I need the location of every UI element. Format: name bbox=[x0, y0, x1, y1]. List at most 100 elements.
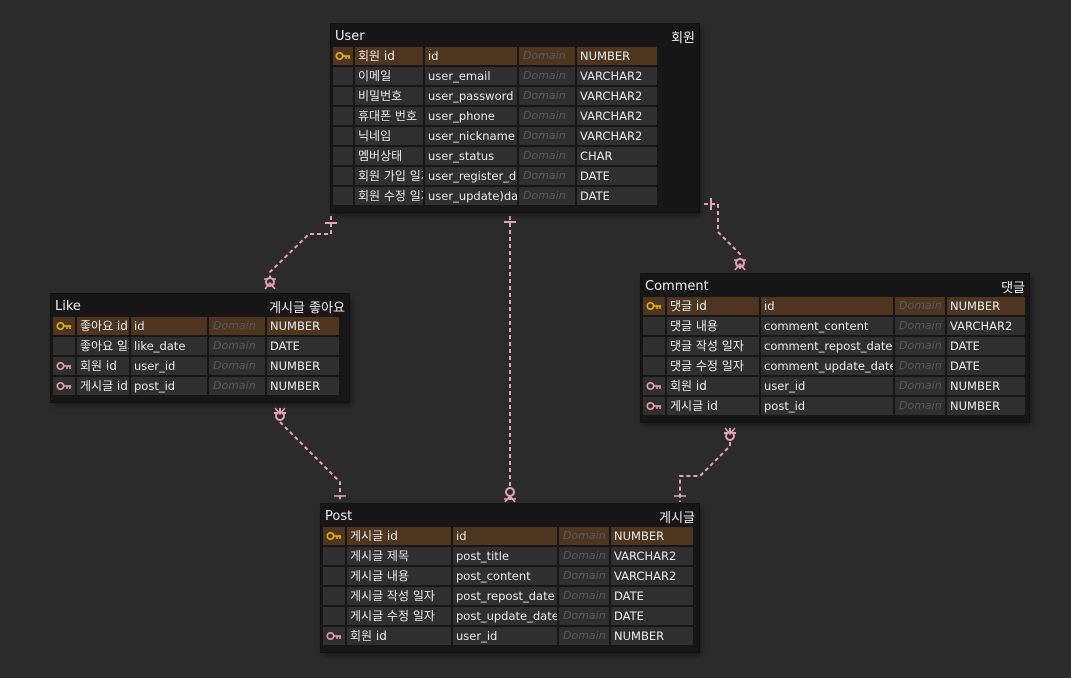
logical-name: 회원 id bbox=[347, 627, 451, 645]
domain-name: Domain bbox=[519, 187, 575, 205]
logical-name: 비밀번호 bbox=[355, 87, 423, 105]
column-row[interactable]: 휴대폰 번호 user_phone Domain VARCHAR2 bbox=[331, 106, 699, 126]
data-type: NUMBER bbox=[611, 527, 693, 545]
domain-name: Domain bbox=[519, 87, 575, 105]
key-cell bbox=[643, 377, 665, 395]
key-cell bbox=[643, 337, 665, 355]
logical-name: 좋아요 일자 bbox=[77, 337, 129, 355]
domain-name: Domain bbox=[519, 47, 575, 65]
data-type: VARCHAR2 bbox=[577, 107, 657, 125]
key-cell bbox=[643, 357, 665, 375]
logical-name: 게시글 수정 일자 bbox=[347, 607, 451, 625]
column-row[interactable]: 비밀번호 user_password Domain VARCHAR2 bbox=[331, 86, 699, 106]
primary-key-icon bbox=[326, 531, 342, 541]
data-type: NUMBER bbox=[267, 357, 339, 375]
column-row[interactable]: 닉네임 user_nickname Domain VARCHAR2 bbox=[331, 126, 699, 146]
column-row[interactable]: 좋아요 일자like_dateDomainDATE bbox=[51, 336, 349, 356]
physical-name: id bbox=[761, 297, 893, 315]
column-row[interactable]: 댓글 내용 comment_content Domain VARCHAR2 bbox=[641, 316, 1029, 336]
entity-header: Comment 댓글 bbox=[641, 276, 1029, 296]
physical-name: comment_update_date bbox=[761, 357, 893, 375]
logical-name: 회원 수정 일자 bbox=[355, 187, 423, 205]
key-cell bbox=[333, 127, 353, 145]
key-cell bbox=[643, 397, 665, 415]
physical-name: user_id bbox=[131, 357, 207, 375]
physical-name: user_update)date bbox=[425, 187, 517, 205]
domain-name: Domain bbox=[209, 357, 265, 375]
logical-name: 게시글 내용 bbox=[347, 567, 451, 585]
data-type: NUMBER bbox=[267, 317, 339, 335]
column-row[interactable]: 게시글 수정 일자 post_update_date Domain DATE bbox=[321, 606, 699, 626]
entity-comment[interactable]: Comment 댓글 댓글 id id Domain NUMBER 댓글 내용 comme… bbox=[641, 274, 1029, 422]
column-row[interactable]: 회원 id user_id Domain NUMBER bbox=[51, 356, 349, 376]
entity-label: 게시글 좋아요 bbox=[269, 300, 345, 316]
data-type: DATE bbox=[267, 337, 339, 355]
column-row[interactable]: 게시글 id post_id Domain NUMBER bbox=[641, 396, 1029, 416]
entity-name: Like bbox=[55, 298, 81, 314]
column-row[interactable]: 게시글 내용 post_content Domain VARCHAR2 bbox=[321, 566, 699, 586]
physical-name: post_id bbox=[761, 397, 893, 415]
physical-name: id bbox=[131, 317, 207, 335]
logical-name: 게시글 id bbox=[667, 397, 759, 415]
data-type: DATE bbox=[611, 607, 693, 625]
entity-header: Like 게시글 좋아요 bbox=[51, 296, 349, 316]
entity-like[interactable]: Like 게시글 좋아요 좋아요 ididDomainNUMBER좋아요 일자l… bbox=[51, 294, 349, 402]
column-list: 좋아요 ididDomainNUMBER좋아요 일자like_dateDomai… bbox=[51, 316, 349, 396]
entity-post[interactable]: Post 게시글 게시글 id id Domain NUMBER 게시글 제목 post_… bbox=[321, 504, 699, 652]
logical-name: 닉네임 bbox=[355, 127, 423, 145]
data-type: DATE bbox=[611, 587, 693, 605]
column-row[interactable]: 회원 id user_id Domain NUMBER bbox=[641, 376, 1029, 396]
column-row[interactable]: 회원 id id Domain NUMBER bbox=[331, 46, 699, 66]
logical-name: 회원 id bbox=[355, 47, 423, 65]
key-cell bbox=[53, 357, 75, 375]
column-row[interactable]: 게시글 작성 일자 post_repost_date Domain DATE bbox=[321, 586, 699, 606]
data-type: NUMBER bbox=[577, 47, 657, 65]
physical-name: user_id bbox=[453, 627, 557, 645]
domain-name: Domain bbox=[519, 107, 575, 125]
column-row[interactable]: 게시글 id post_id Domain NUMBER bbox=[51, 376, 349, 396]
entity-label: 게시글 bbox=[659, 510, 695, 526]
column-row[interactable]: 멤버상태 user_status Domain CHAR bbox=[331, 146, 699, 166]
column-row[interactable]: 회원 가입 일자user_register_dateDomainDATE bbox=[331, 166, 699, 186]
relationship-line-post-comment bbox=[679, 428, 731, 502]
foreign-key-icon bbox=[646, 381, 662, 391]
data-type: NUMBER bbox=[267, 377, 339, 395]
foreign-key-icon bbox=[646, 401, 662, 411]
key-cell bbox=[333, 107, 353, 125]
entity-name: Comment bbox=[645, 278, 709, 294]
entity-name: Post bbox=[325, 508, 353, 524]
domain-name: Domain bbox=[895, 337, 945, 355]
domain-name: Domain bbox=[895, 357, 945, 375]
physical-name: post_title bbox=[453, 547, 557, 565]
logical-name: 휴대폰 번호 bbox=[355, 107, 423, 125]
physical-name: user_phone bbox=[425, 107, 517, 125]
domain-name: Domain bbox=[209, 317, 265, 335]
column-row[interactable]: 게시글 제목 post_title Domain VARCHAR2 bbox=[321, 546, 699, 566]
column-row[interactable]: 회원 id user_id Domain NUMBER bbox=[321, 626, 699, 646]
column-row[interactable]: 댓글 작성 일자 comment_repost_date Domain DATE bbox=[641, 336, 1029, 356]
physical-name: user_password bbox=[425, 87, 517, 105]
entity-label: 댓글 bbox=[1001, 280, 1025, 296]
data-type: DATE bbox=[947, 357, 1025, 375]
data-type: CHAR bbox=[577, 147, 657, 165]
data-type: NUMBER bbox=[947, 297, 1025, 315]
column-row[interactable]: 게시글 id id Domain NUMBER bbox=[321, 526, 699, 546]
key-cell bbox=[643, 297, 665, 315]
column-row[interactable]: 회원 수정 일자user_update)dateDomainDATE bbox=[331, 186, 699, 206]
key-cell bbox=[323, 547, 345, 565]
physical-name: comment_repost_date bbox=[761, 337, 893, 355]
column-row[interactable]: 댓글 id id Domain NUMBER bbox=[641, 296, 1029, 316]
column-row[interactable]: 좋아요 id id Domain NUMBER bbox=[51, 316, 349, 336]
column-row[interactable]: 댓글 수정 일자 comment_update_date Domain DATE bbox=[641, 356, 1029, 376]
logical-name: 게시글 작성 일자 bbox=[347, 587, 451, 605]
logical-name: 이메일 bbox=[355, 67, 423, 85]
logical-name: 게시글 제목 bbox=[347, 547, 451, 565]
physical-name: post_id bbox=[131, 377, 207, 395]
entity-user[interactable]: User 회원 회원 id id Domain NUMBER 이메일 user_email… bbox=[331, 24, 699, 212]
key-cell bbox=[323, 527, 345, 545]
column-row[interactable]: 이메일 user_email Domain VARCHAR2 bbox=[331, 66, 699, 86]
logical-name: 댓글 id bbox=[667, 297, 759, 315]
data-type: VARCHAR2 bbox=[611, 547, 693, 565]
foreign-key-icon bbox=[56, 361, 72, 371]
physical-name: post_content bbox=[453, 567, 557, 585]
